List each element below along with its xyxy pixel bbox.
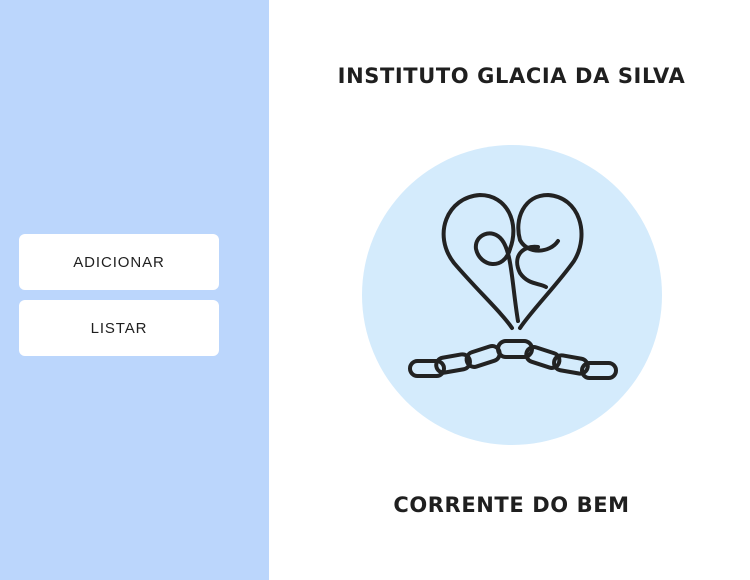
list-button[interactable]: LISTAR [19, 300, 219, 356]
page-title: INSTITUTO GLACIA DA SILVA [337, 64, 686, 88]
add-button[interactable]: ADICIONAR [19, 234, 219, 290]
slogan-text: CORRENTE DO BEM [393, 493, 630, 517]
heart-chain-logo-icon [408, 193, 618, 380]
logo-badge [362, 145, 662, 445]
sidebar: ADICIONAR LISTAR [0, 0, 269, 580]
app-window: ADICIONAR LISTAR INSTITUTO GLACIA DA SIL… [0, 0, 750, 580]
main-content: INSTITUTO GLACIA DA SILVA CORRENTE DO BE… [269, 0, 750, 580]
